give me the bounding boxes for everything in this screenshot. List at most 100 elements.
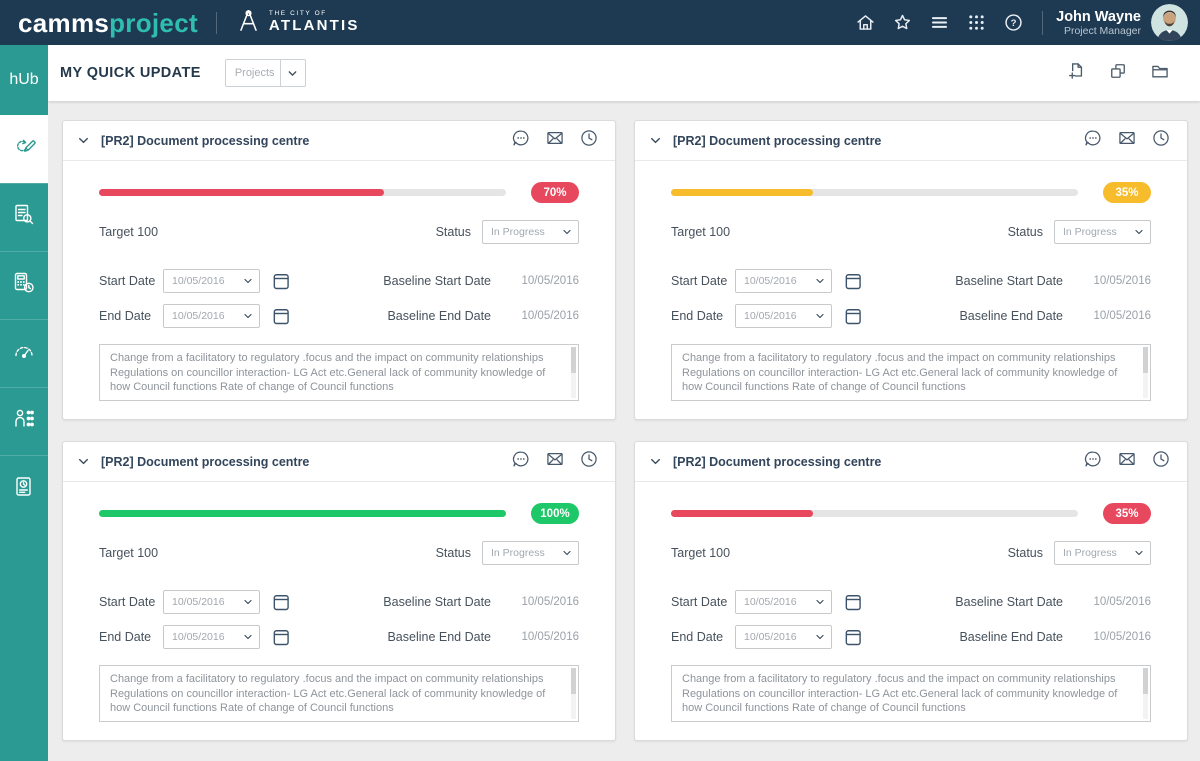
start-date-label: Start Date	[99, 595, 163, 609]
chevron-down-icon	[1128, 547, 1150, 559]
baseline-end-label: Baseline End Date	[387, 630, 491, 644]
calendar-icon[interactable]	[843, 271, 863, 291]
scrollbar[interactable]	[1143, 347, 1148, 398]
dates-section: Start Date 10/05/2016 Baseline Start Dat…	[671, 589, 1151, 649]
brand-secondary: project	[109, 8, 198, 38]
calendar-icon[interactable]	[843, 306, 863, 326]
clock-icon[interactable]	[579, 449, 599, 474]
end-date-select[interactable]: 10/05/2016	[735, 304, 832, 328]
start-date-select[interactable]: 10/05/2016	[735, 590, 832, 614]
export-document-icon[interactable]	[1066, 61, 1086, 86]
help-icon[interactable]: ?	[995, 12, 1032, 33]
clock-icon[interactable]	[1151, 449, 1171, 474]
atlantis-logo-text: THE CITY OF ATLANTIS	[269, 11, 360, 34]
start-date-label: Start Date	[671, 595, 735, 609]
comment-icon[interactable]	[1083, 128, 1103, 153]
scrollbar[interactable]	[1143, 668, 1148, 719]
apps-grid-icon[interactable]	[958, 12, 995, 33]
calendar-icon[interactable]	[271, 627, 291, 647]
status-label: Status	[436, 546, 471, 560]
update-card: [PR2] Document processing centre 35%	[634, 120, 1188, 420]
calendar-icon[interactable]	[271, 271, 291, 291]
description-text: Change from a facilitatory to regulatory…	[682, 352, 1117, 393]
calendar-icon[interactable]	[843, 592, 863, 612]
end-date-row: End Date 10/05/2016 Baseline End Date 10…	[99, 303, 579, 328]
projects-filter-select[interactable]: Projects	[225, 59, 306, 87]
sidebar-item-quick-update[interactable]	[0, 115, 48, 183]
status-select[interactable]: In Progress	[482, 541, 579, 565]
baseline-start-value: 10/05/2016	[507, 275, 579, 287]
user-menu[interactable]: John Wayne Project Manager	[1056, 9, 1141, 37]
user-name: John Wayne	[1056, 9, 1141, 25]
chevron-down-icon	[280, 60, 305, 86]
atlantis-logo: THE CITY OF ATLANTIS	[235, 7, 360, 39]
chevron-down-icon	[809, 310, 831, 322]
mail-icon[interactable]	[545, 128, 565, 153]
scrollbar[interactable]	[571, 347, 576, 398]
hub-logo[interactable]: hUb	[0, 45, 48, 115]
collapse-chevron-icon[interactable]	[649, 134, 662, 147]
start-date-select[interactable]: 10/05/2016	[163, 269, 260, 293]
collapse-chevron-icon[interactable]	[77, 455, 90, 468]
avatar[interactable]	[1151, 4, 1188, 41]
description-textarea[interactable]: Change from a facilitatory to regulatory…	[99, 665, 579, 722]
clock-icon[interactable]	[1151, 128, 1171, 153]
dates-section: Start Date 10/05/2016 Baseline Start Dat…	[99, 589, 579, 649]
calendar-icon[interactable]	[843, 627, 863, 647]
home-icon[interactable]	[847, 12, 884, 33]
end-date-select[interactable]: 10/05/2016	[163, 304, 260, 328]
folder-icon[interactable]	[1150, 61, 1170, 86]
description-textarea[interactable]: Change from a facilitatory to regulatory…	[99, 344, 579, 401]
sidebar-item-performance-gauge[interactable]	[0, 319, 48, 387]
mail-icon[interactable]	[545, 449, 565, 474]
clock-icon[interactable]	[579, 128, 599, 153]
sidebar-item-people-hierarchy[interactable]	[0, 387, 48, 455]
end-date-label: End Date	[99, 309, 163, 323]
scrollbar-thumb[interactable]	[571, 347, 576, 373]
baseline-start-value: 10/05/2016	[507, 596, 579, 608]
meta-row: Target 100 Status In Progress	[99, 541, 579, 565]
chevron-down-icon	[556, 226, 578, 238]
status-group: Status In Progress	[1008, 541, 1151, 565]
progress-row: 100%	[99, 503, 579, 524]
scrollbar-thumb[interactable]	[1143, 668, 1148, 694]
start-date-value: 10/05/2016	[736, 275, 809, 287]
brand-logo[interactable]: cammsproject	[18, 10, 198, 36]
scrollbar-thumb[interactable]	[1143, 347, 1148, 373]
start-date-select[interactable]: 10/05/2016	[735, 269, 832, 293]
collapse-chevron-icon[interactable]	[77, 134, 90, 147]
comment-icon[interactable]	[1083, 449, 1103, 474]
end-date-select[interactable]: 10/05/2016	[163, 625, 260, 649]
status-select[interactable]: In Progress	[1054, 541, 1151, 565]
card-header-icons	[511, 128, 599, 153]
calendar-icon[interactable]	[271, 306, 291, 326]
start-date-select[interactable]: 10/05/2016	[163, 590, 260, 614]
status-select[interactable]: In Progress	[482, 220, 579, 244]
baseline-end-value: 10/05/2016	[1079, 310, 1151, 322]
card-header-icons	[1083, 128, 1171, 153]
mail-icon[interactable]	[1117, 449, 1137, 474]
status-label: Status	[1008, 546, 1043, 560]
baseline-start-value: 10/05/2016	[1079, 275, 1151, 287]
description-textarea[interactable]: Change from a facilitatory to regulatory…	[671, 665, 1151, 722]
description-textarea[interactable]: Change from a facilitatory to regulatory…	[671, 344, 1151, 401]
copy-icon[interactable]	[1108, 61, 1128, 86]
end-date-select[interactable]: 10/05/2016	[735, 625, 832, 649]
calendar-icon[interactable]	[271, 592, 291, 612]
sidebar-item-calculator-schedule[interactable]	[0, 251, 48, 319]
menu-icon[interactable]	[921, 12, 958, 33]
status-select[interactable]: In Progress	[1054, 220, 1151, 244]
target-label: Target 100	[99, 546, 158, 560]
projects-filter-value: Projects	[226, 67, 280, 79]
sidebar-item-report-history[interactable]	[0, 455, 48, 523]
comment-icon[interactable]	[511, 128, 531, 153]
comment-icon[interactable]	[511, 449, 531, 474]
sidebar-item-document-review[interactable]	[0, 183, 48, 251]
mail-icon[interactable]	[1117, 128, 1137, 153]
baseline-start-label: Baseline Start Date	[955, 595, 1063, 609]
scrollbar-thumb[interactable]	[571, 668, 576, 694]
card-body: 100% Target 100 Status In Progress Start…	[63, 482, 615, 722]
scrollbar[interactable]	[571, 668, 576, 719]
star-icon[interactable]	[884, 12, 921, 33]
collapse-chevron-icon[interactable]	[649, 455, 662, 468]
